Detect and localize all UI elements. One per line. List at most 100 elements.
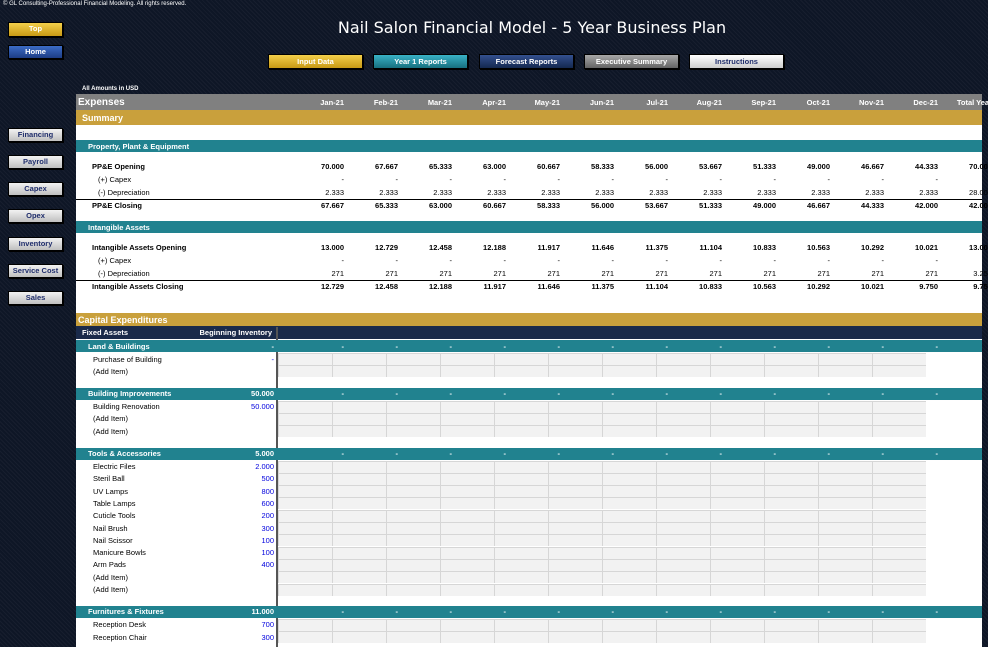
input-cell[interactable]	[386, 534, 440, 547]
input-cell[interactable]	[440, 353, 494, 365]
input-cell[interactable]	[602, 534, 656, 547]
input-cell[interactable]	[332, 460, 386, 473]
input-cell[interactable]	[332, 497, 386, 510]
input-cell[interactable]	[656, 558, 710, 571]
input-cell[interactable]	[872, 412, 926, 425]
input-cell[interactable]	[764, 534, 818, 547]
input-cell[interactable]	[278, 509, 332, 522]
input-cell[interactable]	[764, 618, 818, 631]
input-cell[interactable]	[440, 425, 494, 438]
input-cell[interactable]	[656, 546, 710, 559]
input-cell[interactable]	[602, 485, 656, 498]
input-cell[interactable]	[386, 353, 440, 365]
input-cell[interactable]	[386, 546, 440, 559]
input-cell[interactable]	[656, 460, 710, 473]
input-cell[interactable]	[764, 509, 818, 522]
input-cell[interactable]	[278, 472, 332, 485]
input-cell[interactable]	[440, 460, 494, 473]
forecast-reports-tab[interactable]: Forecast Reports	[479, 54, 574, 69]
input-cell[interactable]	[710, 472, 764, 485]
input-cell[interactable]	[332, 546, 386, 559]
input-cell[interactable]	[440, 412, 494, 425]
input-cell[interactable]	[656, 509, 710, 522]
input-cell[interactable]	[494, 631, 548, 644]
top-button[interactable]: Top	[8, 22, 63, 37]
input-cell[interactable]	[656, 472, 710, 485]
input-cell[interactable]	[494, 558, 548, 571]
input-cell[interactable]	[710, 497, 764, 510]
input-cell[interactable]	[494, 412, 548, 425]
input-cell[interactable]	[386, 583, 440, 596]
input-cell[interactable]	[872, 460, 926, 473]
input-cell[interactable]	[494, 583, 548, 596]
input-cell[interactable]	[332, 509, 386, 522]
input-cell[interactable]	[494, 522, 548, 534]
input-cell[interactable]	[386, 400, 440, 413]
input-cell[interactable]	[818, 618, 872, 631]
service-cost-button[interactable]: Service Cost	[8, 264, 63, 278]
input-cell[interactable]	[710, 558, 764, 571]
input-cell[interactable]	[602, 558, 656, 571]
input-cell[interactable]	[764, 497, 818, 510]
home-button[interactable]: Home	[8, 45, 63, 59]
input-cell[interactable]	[548, 631, 602, 644]
input-cell[interactable]	[602, 631, 656, 644]
input-cell[interactable]	[278, 571, 332, 584]
input-cell[interactable]	[710, 425, 764, 438]
input-cell[interactable]	[656, 497, 710, 510]
input-cell[interactable]	[494, 618, 548, 631]
input-cell[interactable]	[440, 365, 494, 378]
input-cell[interactable]	[872, 558, 926, 571]
input-cell[interactable]	[818, 412, 872, 425]
input-cell[interactable]	[656, 485, 710, 498]
input-cell[interactable]	[764, 412, 818, 425]
input-data-tab[interactable]: Input Data	[268, 54, 363, 69]
input-cell[interactable]	[710, 571, 764, 584]
input-cell[interactable]	[386, 497, 440, 510]
input-cell[interactable]	[710, 412, 764, 425]
input-cell[interactable]	[710, 522, 764, 534]
input-cell[interactable]	[602, 583, 656, 596]
input-cell[interactable]	[332, 485, 386, 498]
input-cell[interactable]	[332, 618, 386, 631]
input-cell[interactable]	[440, 485, 494, 498]
input-cell[interactable]	[494, 472, 548, 485]
input-cell[interactable]	[764, 365, 818, 378]
input-cell[interactable]	[656, 534, 710, 547]
item-value[interactable]: -	[216, 355, 275, 364]
input-cell[interactable]	[872, 509, 926, 522]
input-cell[interactable]	[710, 583, 764, 596]
input-cell[interactable]	[602, 522, 656, 534]
input-cell[interactable]	[332, 558, 386, 571]
item-value[interactable]: 300	[216, 524, 274, 533]
capex-button[interactable]: Capex	[8, 182, 63, 196]
input-cell[interactable]	[386, 571, 440, 584]
input-cell[interactable]	[656, 365, 710, 378]
input-cell[interactable]	[872, 497, 926, 510]
input-cell[interactable]	[332, 522, 386, 534]
input-cell[interactable]	[818, 509, 872, 522]
input-cell[interactable]	[872, 425, 926, 438]
input-cell[interactable]	[386, 425, 440, 438]
input-cell[interactable]	[656, 425, 710, 438]
input-cell[interactable]	[548, 583, 602, 596]
input-cell[interactable]	[602, 412, 656, 425]
input-cell[interactable]	[332, 365, 386, 378]
input-cell[interactable]	[494, 509, 548, 522]
input-cell[interactable]	[278, 534, 332, 547]
input-cell[interactable]	[764, 558, 818, 571]
input-cell[interactable]	[710, 353, 764, 365]
input-cell[interactable]	[818, 631, 872, 644]
input-cell[interactable]	[494, 353, 548, 365]
input-cell[interactable]	[602, 365, 656, 378]
input-cell[interactable]	[710, 618, 764, 631]
input-cell[interactable]	[386, 485, 440, 498]
input-cell[interactable]	[494, 546, 548, 559]
input-cell[interactable]	[872, 583, 926, 596]
input-cell[interactable]	[818, 400, 872, 413]
input-cell[interactable]	[548, 509, 602, 522]
input-cell[interactable]	[602, 400, 656, 413]
input-cell[interactable]	[764, 485, 818, 498]
opex-button[interactable]: Opex	[8, 209, 63, 223]
financing-button[interactable]: Financing	[8, 128, 63, 142]
